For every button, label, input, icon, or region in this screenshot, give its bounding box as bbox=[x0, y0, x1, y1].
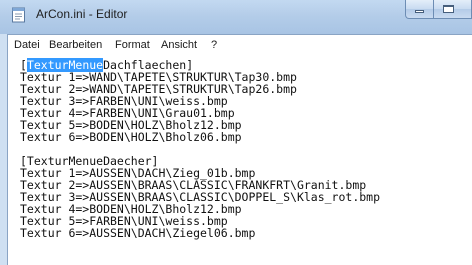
editor-line-15: Textur 6=>AUSSEN\DACH\Ziegel06.bmp bbox=[20, 226, 256, 240]
window-title: ArCon.ini - Editor bbox=[36, 7, 128, 21]
maximize-icon bbox=[443, 5, 454, 13]
text-editor-area[interactable]: [TexturMenueDachflaechen] Textur 1=>WAND… bbox=[8, 56, 472, 265]
editor-line-7: Textur 6=>BODEN\HOLZ\Bholz06.bmp bbox=[20, 130, 242, 144]
editor-window: ArCon.ini - Editor Datei Bearbeiten Form… bbox=[0, 0, 472, 265]
client-area: Datei Bearbeiten Format Ansicht ? [Textu… bbox=[7, 34, 472, 265]
title-bar[interactable]: ArCon.ini - Editor bbox=[0, 0, 472, 34]
menu-format[interactable]: Format bbox=[115, 39, 150, 51]
menu-help[interactable]: ? bbox=[211, 39, 217, 51]
minimize-icon bbox=[415, 10, 424, 13]
maximize-button[interactable] bbox=[434, 0, 472, 19]
menu-bearbeiten[interactable]: Bearbeiten bbox=[49, 39, 102, 51]
menu-datei[interactable]: Datei bbox=[14, 39, 40, 51]
menu-ansicht[interactable]: Ansicht bbox=[161, 39, 197, 51]
notepad-icon bbox=[12, 7, 25, 23]
minimize-button[interactable] bbox=[405, 0, 434, 19]
menu-bar: Datei Bearbeiten Format Ansicht ? bbox=[8, 35, 472, 56]
